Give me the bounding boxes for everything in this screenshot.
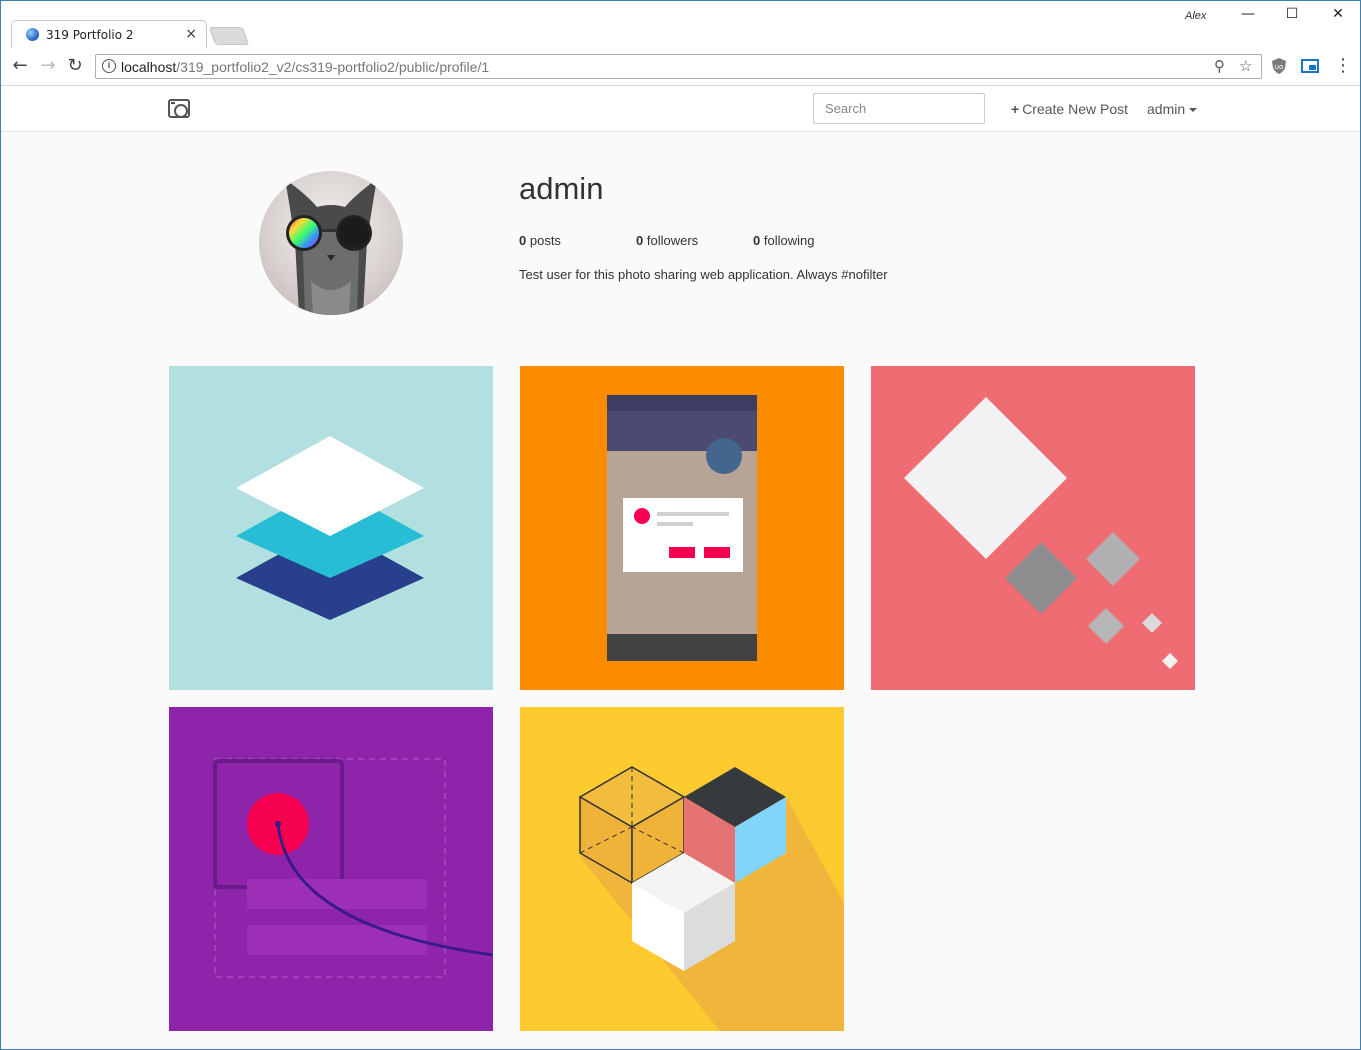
star-icon[interactable]: ☆ xyxy=(1239,57,1252,75)
post-thumbnail[interactable] xyxy=(871,366,1195,690)
cat-with-sunglasses-image xyxy=(285,179,377,315)
layers-illustration xyxy=(169,366,493,690)
stat-following[interactable]: 0 following xyxy=(753,233,814,248)
post-thumbnail[interactable] xyxy=(169,707,493,1031)
browser-tab[interactable]: 319 Portfolio 2 × xyxy=(11,20,207,49)
user-menu-dropdown[interactable]: admin xyxy=(1147,101,1198,117)
minimize-button[interactable]: — xyxy=(1233,6,1263,26)
create-post-link[interactable]: + Create New Post xyxy=(1011,101,1128,117)
site-navbar: +Create New Post admin xyxy=(1,86,1360,132)
window-user-label: Alex xyxy=(1185,10,1207,22)
close-window-button[interactable]: ✕ xyxy=(1323,6,1353,26)
diamonds-illustration xyxy=(871,366,1195,690)
stat-followers[interactable]: 0 followers xyxy=(636,233,698,248)
avatar xyxy=(259,171,403,315)
globe-icon xyxy=(26,28,39,41)
plus-icon: + xyxy=(1011,101,1020,117)
tab-title: 319 Portfolio 2 xyxy=(46,28,134,42)
address-bar[interactable]: i localhost/319_portfolio2_v2/cs319-port… xyxy=(95,54,1262,79)
post-thumbnail[interactable] xyxy=(520,707,844,1031)
zoom-icon[interactable]: ⚲ xyxy=(1214,57,1225,75)
cubes-illustration xyxy=(520,707,844,1031)
search-input[interactable] xyxy=(813,93,985,124)
kebab-menu-icon[interactable]: ⋮ xyxy=(1332,55,1354,77)
camera-icon[interactable] xyxy=(168,99,190,118)
post-thumbnail[interactable] xyxy=(520,366,844,690)
post-thumbnail[interactable] xyxy=(169,366,493,690)
mobile-dialog-illustration xyxy=(520,366,844,690)
browser-toolbar: ← → ↻ i localhost/319_portfolio2_v2/cs31… xyxy=(1,48,1360,86)
caret-down-icon xyxy=(1189,108,1198,113)
stat-posts: 0 posts xyxy=(519,233,561,248)
back-arrow-icon[interactable]: ← xyxy=(9,55,31,77)
url-text[interactable]: localhost/319_portfolio2_v2/cs319-portfo… xyxy=(121,59,489,75)
title-bar: 319 Portfolio 2 × Alex — ☐ ✕ xyxy=(1,1,1360,49)
new-tab-button[interactable] xyxy=(208,27,250,45)
tab-close-icon[interactable]: × xyxy=(185,26,197,42)
motion-path-illustration xyxy=(169,707,493,1031)
svg-text:uo: uo xyxy=(1275,63,1284,71)
profile-username: admin xyxy=(519,171,604,206)
reload-icon[interactable]: ↻ xyxy=(64,55,86,77)
browser-window: 319 Portfolio 2 × Alex — ☐ ✕ ← → ↻ i loc… xyxy=(0,0,1361,1050)
info-icon[interactable]: i xyxy=(102,59,116,73)
profile-bio: Test user for this photo sharing web app… xyxy=(519,267,888,282)
ublock-shield-icon[interactable]: uo xyxy=(1270,57,1288,75)
forward-arrow-icon[interactable]: → xyxy=(37,55,59,77)
maximize-button[interactable]: ☐ xyxy=(1277,6,1307,26)
screen-capture-icon[interactable] xyxy=(1301,57,1319,75)
